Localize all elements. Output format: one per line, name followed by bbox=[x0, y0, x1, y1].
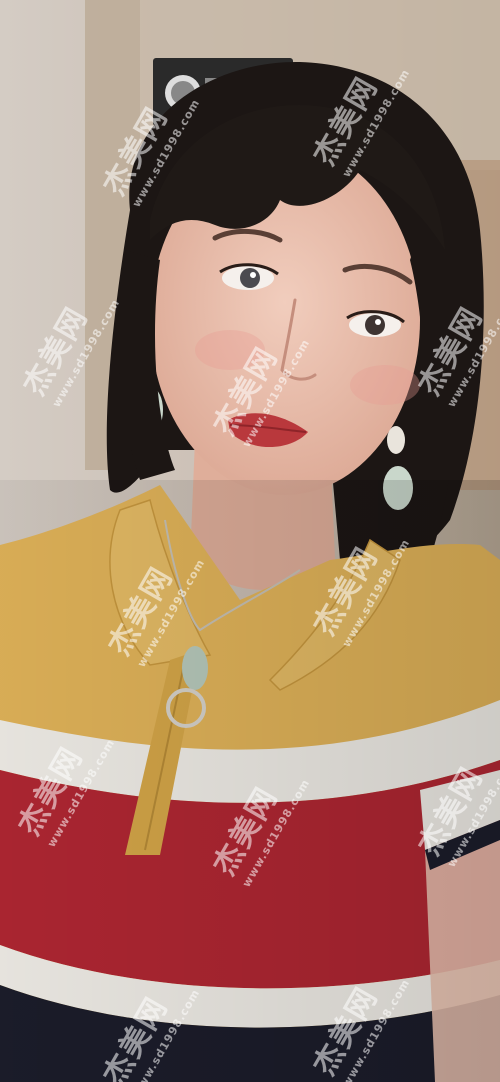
portrait-photo: 杰美网 www.sd1998.com 杰美网 www.sd1998.com 杰美… bbox=[0, 0, 500, 1082]
photo-illustration bbox=[0, 0, 500, 1082]
